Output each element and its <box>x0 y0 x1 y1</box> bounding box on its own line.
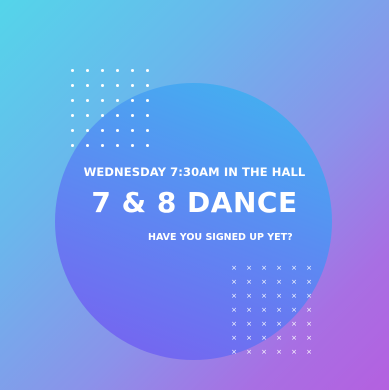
cross-icon: × <box>291 334 297 342</box>
cross-icon: × <box>246 278 252 286</box>
cross-icon: × <box>261 306 267 314</box>
dot-icon <box>71 99 74 102</box>
dot-icon <box>101 129 104 132</box>
cross-icon: × <box>276 278 282 286</box>
cross-icon: × <box>306 334 312 342</box>
dot-icon <box>146 114 149 117</box>
event-title: 7 & 8 DANCE <box>91 186 298 219</box>
cross-icon: × <box>306 278 312 286</box>
dot-icon <box>101 69 104 72</box>
dot-icon <box>146 99 149 102</box>
cross-icon: × <box>246 306 252 314</box>
cross-icon: × <box>276 334 282 342</box>
cross-icon: × <box>291 292 297 300</box>
dot-icon <box>146 144 149 147</box>
cross-icon: × <box>276 306 282 314</box>
dot-icon <box>101 84 104 87</box>
dot-icon <box>71 84 74 87</box>
dot-icon <box>86 144 89 147</box>
dot-icon <box>101 114 104 117</box>
dot-icon <box>71 69 74 72</box>
dot-icon <box>131 129 134 132</box>
dot-icon <box>131 144 134 147</box>
cross-icon: × <box>276 320 282 328</box>
cross-icon: × <box>231 306 237 314</box>
cross-icon: × <box>306 306 312 314</box>
dot-icon <box>131 114 134 117</box>
poster: × × × × × × × × × × × × × × × × × × × × × × × × × × × × × × × × × × × × × × × ×… <box>0 0 389 390</box>
cross-icon: × <box>291 264 297 272</box>
dot-icon <box>116 144 119 147</box>
cross-icon: × <box>291 348 297 356</box>
dot-icon <box>86 84 89 87</box>
dot-icon <box>116 99 119 102</box>
cross-icon: × <box>306 292 312 300</box>
cross-icon: × <box>276 264 282 272</box>
cross-icon: × <box>246 264 252 272</box>
dot-icon <box>71 114 74 117</box>
dot-icon <box>131 84 134 87</box>
cross-icon: × <box>231 264 237 272</box>
dot-icon <box>101 99 104 102</box>
dot-grid-icon <box>71 69 161 159</box>
cross-icon: × <box>291 278 297 286</box>
cross-icon: × <box>276 292 282 300</box>
cross-icon: × <box>231 320 237 328</box>
cross-icon: × <box>231 334 237 342</box>
dot-icon <box>86 99 89 102</box>
dot-icon <box>101 144 104 147</box>
dot-icon <box>131 99 134 102</box>
cross-icon: × <box>246 334 252 342</box>
dot-icon <box>146 129 149 132</box>
cross-icon: × <box>276 348 282 356</box>
cross-icon: × <box>291 306 297 314</box>
cross-icon: × <box>261 348 267 356</box>
dot-icon <box>146 69 149 72</box>
dot-icon <box>131 69 134 72</box>
cross-grid-icon: × × × × × × × × × × × × × × × × × × × × × × × × × × × × × × × × × × × × × × × ×… <box>230 265 330 360</box>
cross-icon: × <box>231 292 237 300</box>
cross-icon: × <box>246 320 252 328</box>
cross-icon: × <box>306 320 312 328</box>
event-details: WEDNESDAY 7:30AM IN THE HALL <box>83 165 306 179</box>
dot-icon <box>71 144 74 147</box>
dot-icon <box>116 69 119 72</box>
cross-icon: × <box>231 278 237 286</box>
cross-icon: × <box>231 348 237 356</box>
dot-icon <box>116 129 119 132</box>
dot-icon <box>116 84 119 87</box>
dot-icon <box>71 129 74 132</box>
dot-icon <box>86 114 89 117</box>
cross-icon: × <box>261 320 267 328</box>
dot-icon <box>86 69 89 72</box>
dot-icon <box>86 129 89 132</box>
dot-icon <box>146 84 149 87</box>
dot-icon <box>116 114 119 117</box>
cross-icon: × <box>261 334 267 342</box>
cross-icon: × <box>291 320 297 328</box>
cross-icon: × <box>246 348 252 356</box>
cross-icon: × <box>306 348 312 356</box>
cross-icon: × <box>261 278 267 286</box>
cross-icon: × <box>261 264 267 272</box>
cross-icon: × <box>261 292 267 300</box>
cross-icon: × <box>306 264 312 272</box>
signup-prompt: HAVE YOU SIGNED UP YET? <box>148 232 293 243</box>
cross-icon: × <box>246 292 252 300</box>
